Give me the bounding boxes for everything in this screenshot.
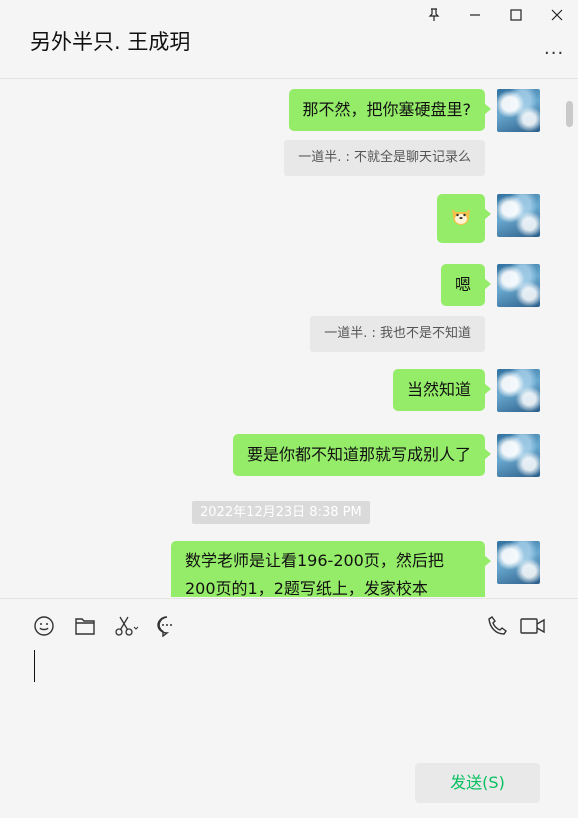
avatar[interactable]: [497, 541, 540, 584]
chat-header: 另外半只. 王成玥 ...: [0, 0, 578, 79]
minimize-icon[interactable]: [463, 4, 487, 26]
input-panel: 发送(S): [0, 598, 578, 818]
avatar[interactable]: [497, 369, 540, 412]
quoted-message[interactable]: 一道半. : 不就全是聊天记录么: [284, 140, 485, 176]
message-bubble[interactable]: 那不然，把你塞硬盘里?: [288, 89, 491, 131]
message-bubble[interactable]: 数学老师是让看196-200页，然后把200页的1，2题写纸上，发家校本: [171, 541, 491, 597]
video-icon[interactable]: [519, 613, 547, 639]
avatar[interactable]: [497, 264, 540, 307]
avatar[interactable]: [497, 194, 540, 237]
message-timestamp: 2022年12月23日 8:38 PM: [192, 501, 370, 524]
folder-icon[interactable]: [72, 613, 98, 639]
chat-history-icon[interactable]: [154, 613, 180, 639]
text-cursor[interactable]: [34, 650, 35, 682]
send-button[interactable]: 发送(S): [415, 763, 540, 803]
avatar[interactable]: [497, 89, 540, 132]
message-list[interactable]: 那不然，把你塞硬盘里? 一道半. : 不就全是聊天记录么 嗯 一道半. : 我也…: [0, 79, 578, 597]
pin-icon[interactable]: [422, 4, 446, 26]
message-bubble[interactable]: 嗯: [440, 264, 492, 306]
scrollbar-thumb[interactable]: [566, 101, 573, 127]
chat-title: 另外半只. 王成玥: [30, 30, 191, 54]
message-bubble[interactable]: 当然知道: [392, 369, 492, 411]
more-options-icon[interactable]: ...: [544, 38, 564, 59]
quoted-message[interactable]: 一道半. : 我也不是不知道: [310, 316, 485, 352]
close-icon[interactable]: [545, 4, 569, 26]
avatar[interactable]: [497, 434, 540, 477]
doge-emoji-icon: [449, 209, 473, 231]
maximize-icon[interactable]: [504, 4, 528, 26]
message-bubble[interactable]: 要是你都不知道那就写成别人了: [232, 434, 492, 476]
phone-icon[interactable]: [485, 613, 511, 639]
sticker-bubble[interactable]: [437, 194, 491, 243]
scissors-icon[interactable]: [113, 613, 141, 639]
emoji-icon[interactable]: [31, 613, 57, 639]
